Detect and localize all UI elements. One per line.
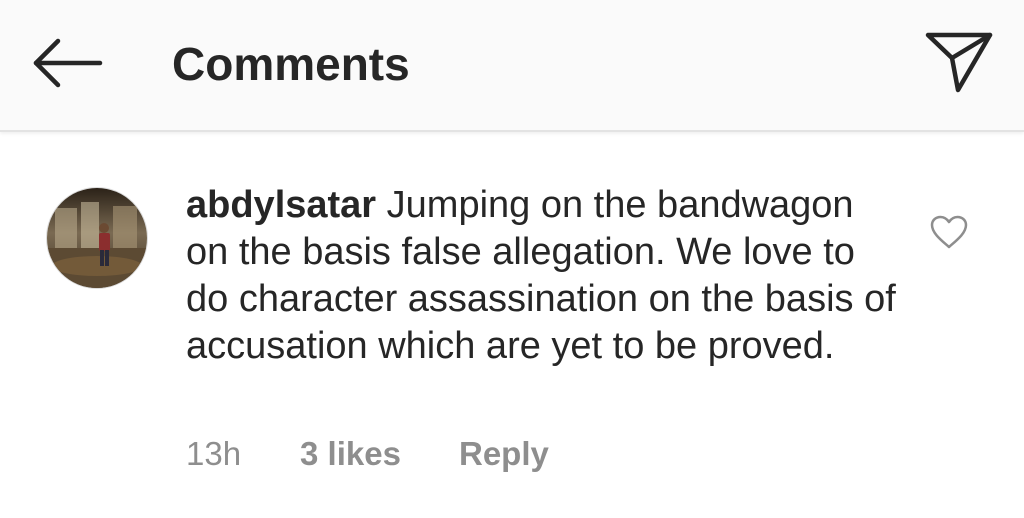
comment-username[interactable]: abdylsatar [186, 184, 376, 226]
avatar-photo [47, 188, 147, 288]
arrow-left-icon [33, 38, 103, 88]
share-button[interactable] [922, 28, 996, 96]
comment-body: abdylsatar Jumping on the bandwagon on t… [186, 182, 901, 370]
comment-item: abdylsatar Jumping on the bandwagon on t… [0, 132, 1024, 518]
comment-likes-count[interactable]: 3 likes [300, 434, 401, 474]
paper-plane-icon [925, 32, 993, 93]
avatar[interactable] [46, 187, 148, 289]
like-comment-button[interactable] [929, 214, 969, 250]
reply-button[interactable]: Reply [459, 434, 549, 474]
back-button[interactable] [28, 34, 106, 92]
heart-outline-icon [930, 215, 968, 249]
comment-timestamp: 13h [186, 435, 242, 472]
comments-header: Comments [0, 0, 1024, 132]
page-title: Comments [172, 38, 410, 90]
